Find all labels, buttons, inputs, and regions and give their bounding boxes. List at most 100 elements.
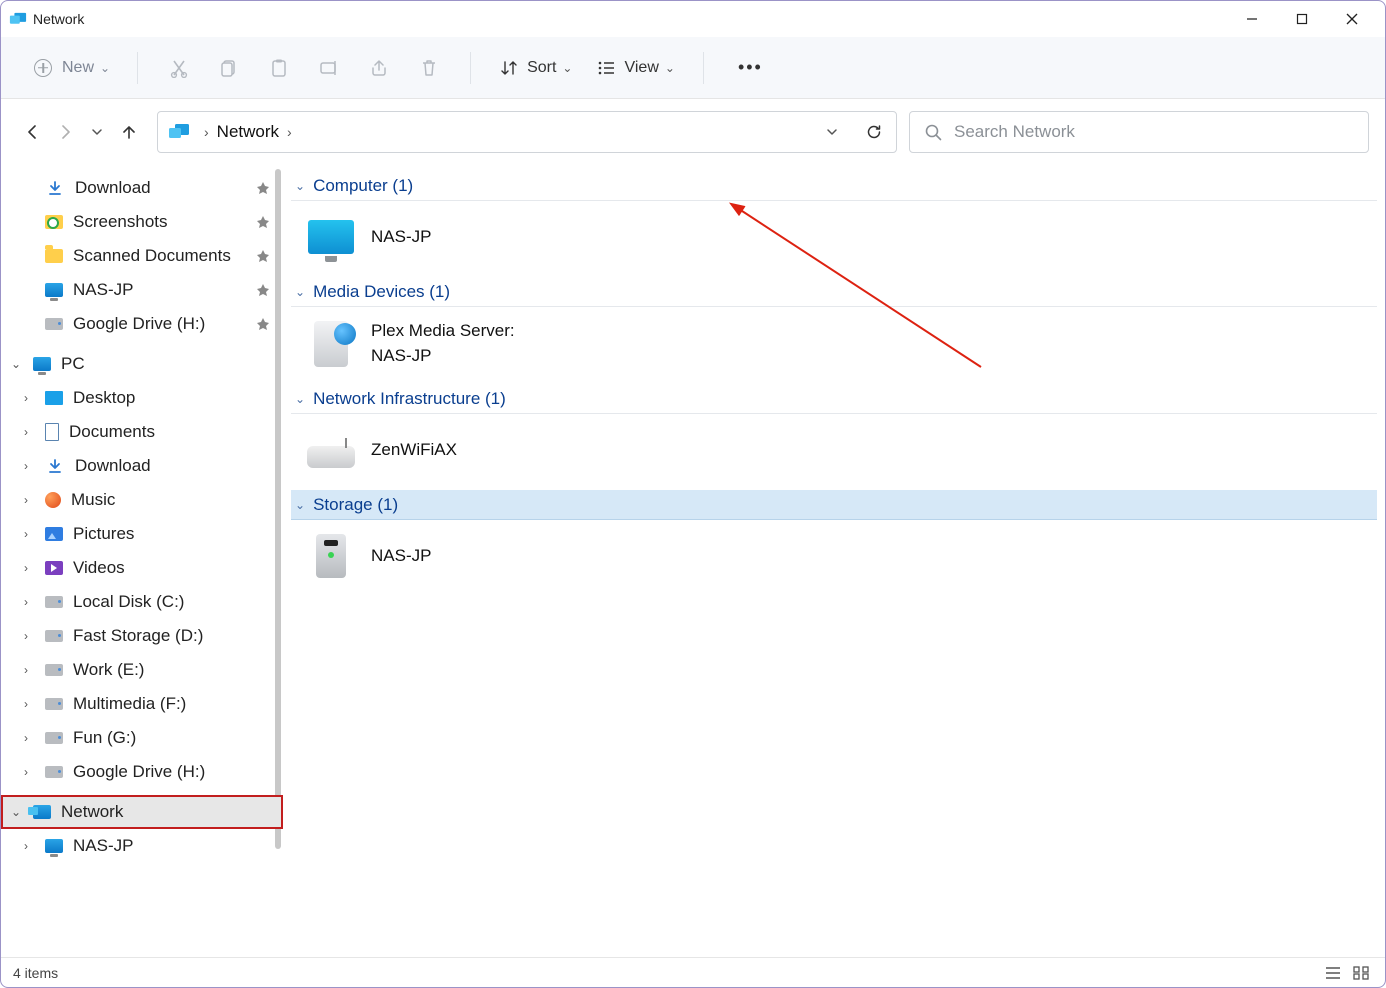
history-dropdown-button[interactable] (820, 125, 844, 139)
network-item[interactable]: NAS-JP (291, 524, 1377, 596)
chevron-down-icon: ⌄ (295, 179, 305, 193)
tree-item[interactable]: NAS-JP (1, 273, 283, 307)
tree-item[interactable]: › Desktop (1, 381, 283, 415)
share-icon[interactable] (368, 57, 390, 79)
tree-label: Videos (73, 558, 125, 578)
search-icon (924, 123, 942, 141)
network-item[interactable]: Plex Media Server:NAS-JP (291, 311, 1377, 384)
tree-item[interactable]: ›Fast Storage (D:) (1, 619, 283, 653)
tree-item[interactable]: ›Local Disk (C:) (1, 585, 283, 619)
network-icon (168, 124, 190, 140)
search-input[interactable] (954, 122, 1354, 142)
group-header-storage[interactable]: ⌄Storage (1) (291, 490, 1377, 520)
sort-button[interactable]: Sort ⌄ (499, 58, 572, 78)
maximize-button[interactable] (1277, 1, 1327, 37)
tree-item[interactable]: ›Fun (G:) (1, 721, 283, 755)
chevron-right-icon[interactable]: › (19, 459, 33, 473)
tree-item[interactable]: ›Work (E:) (1, 653, 283, 687)
tree-label: Screenshots (73, 212, 168, 232)
chevron-right-icon[interactable]: › (19, 425, 33, 439)
chevron-right-icon[interactable]: › (19, 493, 33, 507)
group-title: Media Devices (1) (313, 282, 450, 302)
view-label: View (624, 59, 658, 77)
chevron-down-icon[interactable]: ⌄ (9, 357, 23, 371)
cut-icon[interactable] (168, 57, 190, 79)
tree-item-network[interactable]: ⌄ Network (1, 795, 283, 829)
paste-icon[interactable] (268, 57, 290, 79)
chevron-right-icon[interactable]: › (19, 391, 33, 405)
tree-item[interactable]: Download (1, 171, 283, 205)
monitor-icon (45, 283, 63, 297)
tree-item[interactable]: ›Documents (1, 415, 283, 449)
items-view[interactable]: ⌄ Computer (1) NAS-JP ⌄ Media Devices (1) Ple… (283, 165, 1385, 957)
chevron-right-icon[interactable]: › (19, 595, 33, 609)
refresh-button[interactable] (862, 123, 886, 141)
chevron-right-icon[interactable]: › (19, 663, 33, 677)
chevron-down-icon: ⌄ (295, 498, 305, 512)
tree-label: Scanned Documents (73, 246, 231, 266)
drive-icon (45, 596, 63, 608)
tree-item[interactable]: ›Pictures (1, 517, 283, 551)
drive-icon (45, 732, 63, 744)
chevron-right-icon[interactable]: › (19, 839, 33, 853)
back-button[interactable] (17, 116, 49, 148)
chevron-right-icon[interactable]: › (19, 697, 33, 711)
chevron-right-icon[interactable]: › (19, 765, 33, 779)
address-bar[interactable]: › Network › (157, 111, 897, 153)
group-header-infra[interactable]: ⌄ Network Infrastructure (1) (291, 384, 1377, 414)
chevron-right-icon[interactable]: › (19, 561, 33, 575)
pin-icon (257, 182, 269, 194)
tree-item[interactable]: › Videos (1, 551, 283, 585)
breadcrumb-network[interactable]: Network (217, 122, 279, 142)
titlebar: Network (1, 1, 1385, 37)
group-title: Computer (1) (313, 176, 413, 196)
tree-label: Google Drive (H:) (73, 762, 205, 782)
new-button[interactable]: New ⌄ (23, 49, 121, 87)
forward-button[interactable] (49, 116, 81, 148)
tree-item[interactable]: ›NAS-JP (1, 829, 283, 863)
group-header-computer[interactable]: ⌄ Computer (1) (291, 171, 1377, 201)
chevron-right-icon: › (204, 124, 209, 140)
chevron-down-icon[interactable]: ⌄ (9, 805, 23, 819)
tree-item[interactable]: Scanned Documents (1, 239, 283, 273)
network-item[interactable]: ZenWiFiAX (291, 418, 1377, 490)
chevron-down-icon: ⌄ (295, 392, 305, 406)
navigation-pane[interactable]: Download Screenshots Scanned Documents NAS-… (1, 165, 283, 957)
tree-item[interactable]: › Google Drive (H:) (1, 755, 283, 789)
big-router-icon (307, 446, 355, 468)
recent-button[interactable] (81, 116, 113, 148)
search-box[interactable] (909, 111, 1369, 153)
chevron-right-icon[interactable]: › (19, 731, 33, 745)
rename-icon[interactable] (318, 57, 340, 79)
item-label: ZenWiFiAX (371, 438, 457, 463)
more-button[interactable]: ••• (738, 57, 763, 78)
group-header-media[interactable]: ⌄ Media Devices (1) (291, 277, 1377, 307)
tree-item[interactable]: Google Drive (H:) (1, 307, 283, 341)
close-button[interactable] (1327, 1, 1377, 37)
chevron-right-icon[interactable]: › (19, 629, 33, 643)
copy-icon[interactable] (218, 57, 240, 79)
explorer-window: Network New ⌄ Sort ⌄ View ⌄ ••• (0, 0, 1386, 988)
tree-item[interactable]: Screenshots (1, 205, 283, 239)
chevron-down-icon: ⌄ (295, 285, 305, 299)
delete-icon[interactable] (418, 57, 440, 79)
tree-label: Desktop (73, 388, 135, 408)
up-button[interactable] (113, 116, 145, 148)
tree-item-pc[interactable]: ⌄ PC (1, 347, 283, 381)
details-view-button[interactable] (1321, 963, 1345, 983)
tiles-view-button[interactable] (1349, 963, 1373, 983)
tree-item[interactable]: ›Multimedia (F:) (1, 687, 283, 721)
pc-icon (33, 357, 51, 371)
network-item[interactable]: NAS-JP (291, 205, 1377, 277)
doc-icon (45, 423, 59, 441)
tree-item[interactable]: ›Music (1, 483, 283, 517)
drive-icon (45, 630, 63, 642)
minimize-button[interactable] (1227, 1, 1277, 37)
view-button[interactable]: View ⌄ (596, 58, 674, 78)
nav-buttons (11, 116, 145, 148)
tree-item[interactable]: ›Download (1, 449, 283, 483)
pin-icon (257, 250, 269, 262)
chevron-right-icon[interactable]: › (19, 527, 33, 541)
group-title: Network Infrastructure (1) (313, 389, 506, 409)
sort-label: Sort (527, 59, 556, 77)
